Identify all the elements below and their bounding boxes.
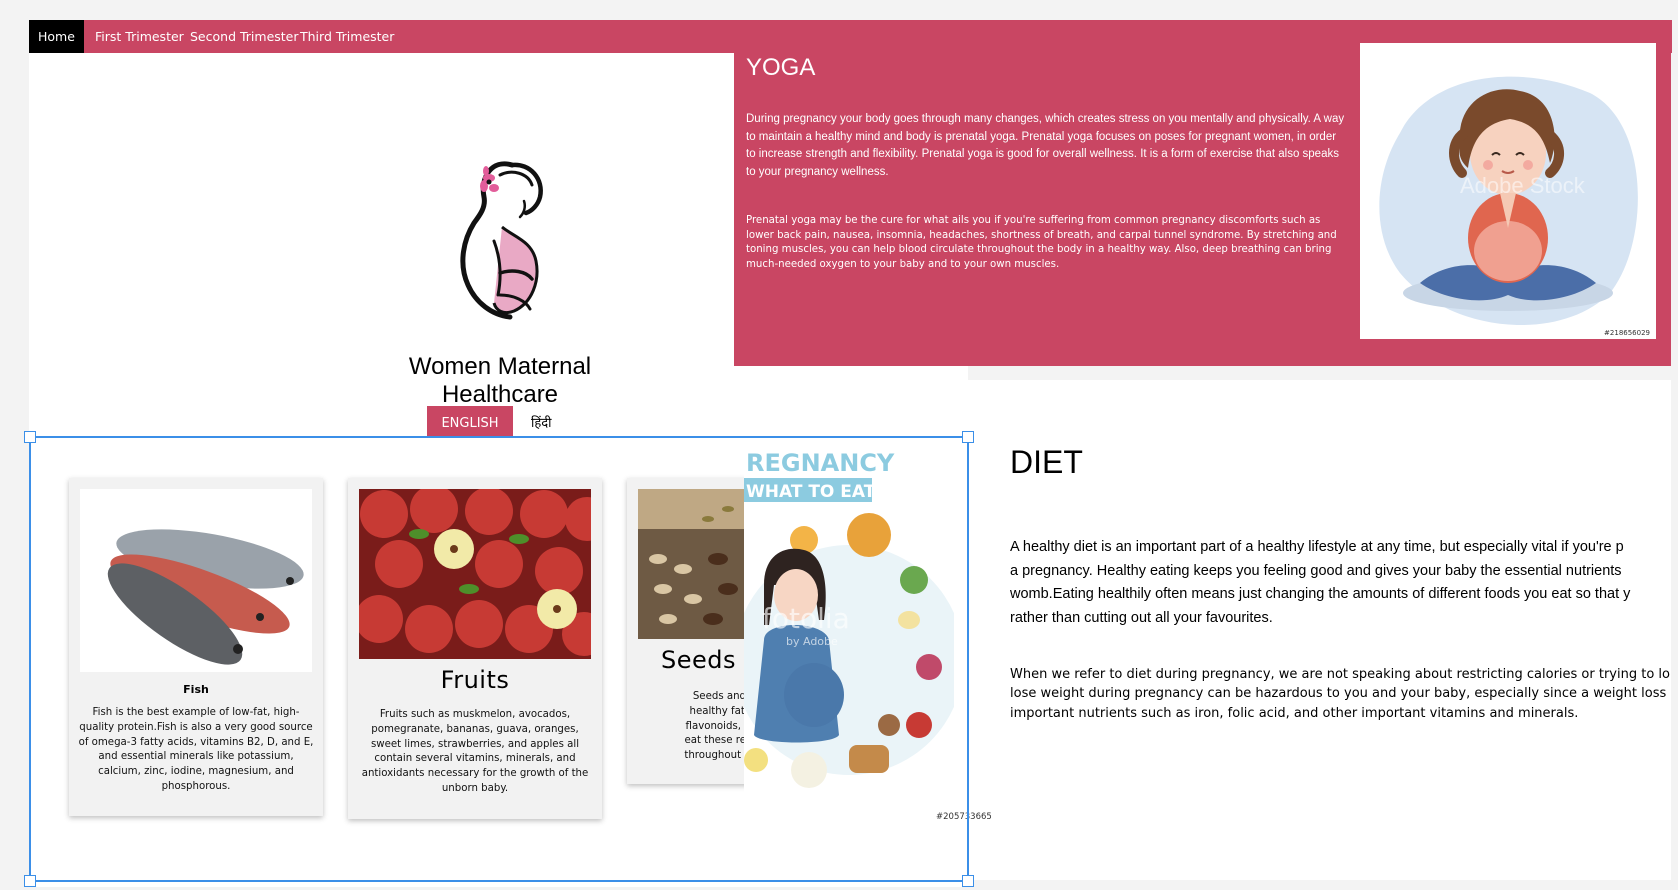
yoga-paragraph-1: During pregnancy your body goes through … [746,113,1345,178]
nav-first-trimester[interactable]: First Trimester [86,20,193,53]
yoga-image-id: #218656029 [1604,329,1650,337]
nav-second-trimester[interactable]: Second Trimester [181,20,308,53]
selection-frame[interactable] [24,431,974,887]
diet-paragraph-1: A healthy diet is an important part of a… [1010,539,1631,626]
resize-handle-bottom-right[interactable] [962,875,974,887]
nav-third-trimester[interactable]: Third Trimester [291,20,403,53]
site-title: Women Maternal Healthcare [408,353,592,408]
yoga-title: YOGA [746,54,816,81]
resize-handle-top-right[interactable] [962,431,974,443]
yoga-illustration: Adobe Stock #218656029 [1360,43,1656,339]
resize-handle-top-left[interactable] [24,431,36,443]
resize-handle-bottom-left[interactable] [24,875,36,887]
diet-section: DIET A healthy diet is an important part… [968,380,1671,880]
nav-home[interactable]: Home [29,20,84,53]
language-english-button[interactable]: ENGLISH [427,406,513,436]
diet-title: DIET [1010,444,1083,480]
yoga-paragraph-2: Prenatal yoga may be the cure for what a… [746,215,1337,271]
diet-paragraph-2: When we refer to diet during pregnancy, … [1010,667,1670,721]
yoga-section: YOGA During pregnancy your body goes thr… [734,43,1671,366]
yoga-watermark: Adobe Stock [1460,173,1586,198]
language-hindi-button[interactable]: हिंदी [531,413,552,431]
yoga-woman-image: Adobe Stock [1379,76,1638,326]
pregnant-woman-logo [460,161,543,320]
